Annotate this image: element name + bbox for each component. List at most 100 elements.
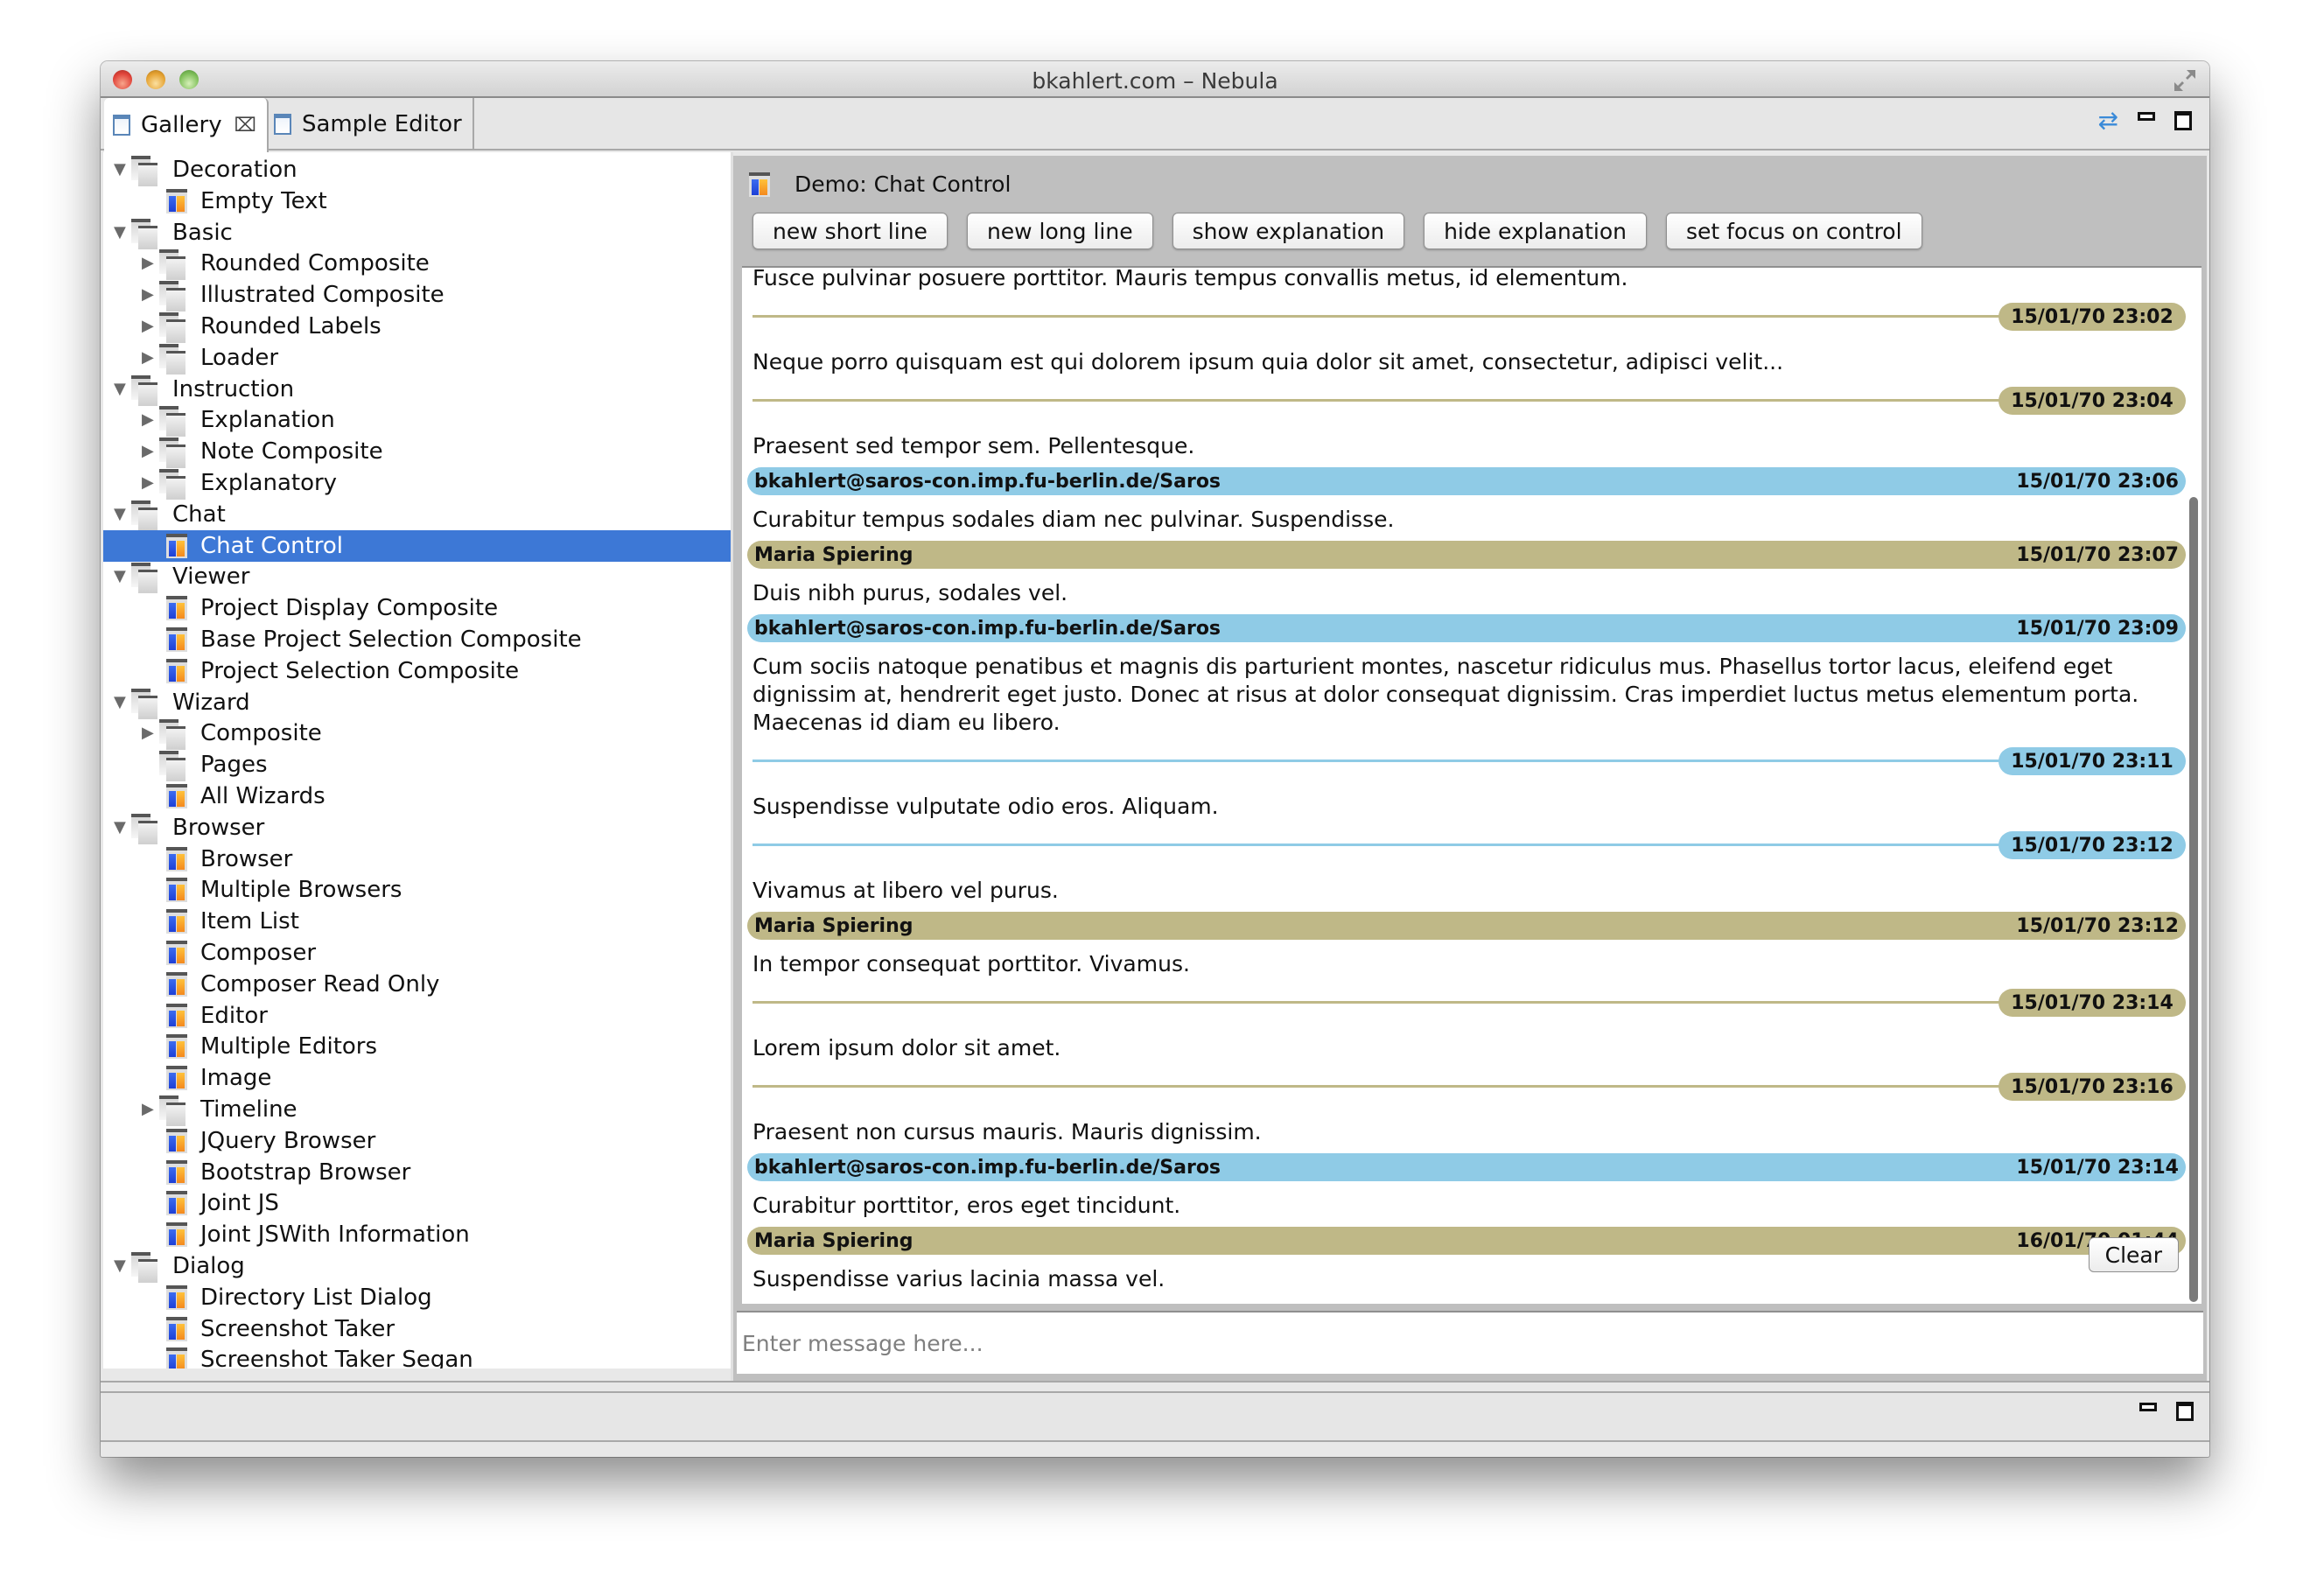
tree-item[interactable]: ▼ Dialog [103,1250,731,1283]
tree-item[interactable]: ▼ Viewer [103,561,731,594]
chat-scrollbar[interactable] [2189,497,2198,1302]
new-long-line-button[interactable]: new long line [966,213,1153,249]
tree-item[interactable]: ▶ Explanation [103,404,731,438]
tree-item[interactable]: ▼ Decoration [103,154,731,186]
minimize-icon[interactable] [2139,1403,2157,1411]
new-short-line-button[interactable]: new short line [752,213,948,249]
set-focus-button[interactable]: set focus on control [1665,213,1922,249]
sync-icon[interactable]: ⇄ [2098,108,2118,133]
tree-item[interactable]: ▶ Composite [103,718,731,751]
view-icon [113,115,130,136]
tree-item-label: Multiple Editors [200,1033,378,1060]
tree-item[interactable]: ▶ Note Composite [103,436,731,469]
tree-item[interactable]: Editor [103,1000,731,1032]
tree-item[interactable]: ▼ Wizard [103,687,731,719]
tab-gallery[interactable]: Gallery ⌧ [104,98,269,152]
separator-line [752,399,2072,402]
show-explanation-button[interactable]: show explanation [1172,213,1405,249]
hide-explanation-button[interactable]: hide explanation [1424,213,1647,249]
gallery-tree[interactable]: ▼ Decoration Empty Text ▼ Basic ▶ Rounded Comp… [103,152,731,1368]
tree-item[interactable]: ▶ Illustrated Composite [103,279,731,312]
tree-item[interactable]: Screenshot Taker Segan [103,1344,731,1368]
tree-item[interactable]: Item List [103,906,731,937]
tree-item-label: Chat Control [200,532,344,559]
tree-item[interactable]: Multiple Editors [103,1031,731,1062]
chat-sender-header: Maria Spiering 15/01/70 23:07 [747,541,2186,569]
tree-item-label: Decoration [172,157,298,183]
tab-sample-editor[interactable]: Sample Editor [265,98,474,150]
tree-item[interactable]: ▶ Timeline [103,1094,731,1126]
tab-label: Sample Editor [302,111,462,137]
tree-item[interactable]: All Wizards [103,780,731,812]
collapse-arrow-icon[interactable]: ▼ [114,1258,128,1274]
tree-item[interactable]: ▶ Explanatory [103,467,731,500]
tree-item[interactable]: Base Project Selection Composite [103,624,731,655]
tree-item[interactable]: Multiple Browsers [103,874,731,906]
tree-item[interactable]: Joint JSWith Information [103,1219,731,1250]
tree-item[interactable]: Image [103,1062,731,1094]
tree-item[interactable]: Screenshot Taker [103,1313,731,1345]
chat-message-text: Neque porro quisquam est qui dolorem ips… [752,349,1784,374]
chat-message-text: Suspendisse vulputate odio eros. Aliquam… [752,794,1219,819]
tree-item[interactable]: ▶ Rounded Labels [103,311,731,343]
expand-arrow-icon[interactable]: ▶ [142,318,156,334]
expand-arrow-icon[interactable]: ▶ [142,1102,156,1117]
tree-item[interactable]: ▼ Browser [103,812,731,844]
tree-item[interactable]: Composer [103,937,731,969]
message-timestamp: 15/01/70 23:16 [1998,1073,2186,1101]
tree-item[interactable]: Browser [103,844,731,875]
expand-arrow-icon[interactable]: ▶ [142,412,156,428]
demo-title: Demo: Chat Control [794,172,1012,197]
collapse-arrow-icon[interactable]: ▼ [114,694,128,710]
expand-arrow-icon[interactable]: ▶ [142,475,156,491]
expand-arrow-icon[interactable]: ▶ [142,287,156,303]
sender-name: Maria Spiering [754,914,914,937]
maximize-icon[interactable] [2174,111,2192,130]
minimize-icon[interactable] [2138,112,2155,121]
expand-arrow-icon[interactable]: ▶ [142,349,156,365]
tree-item[interactable]: Composer Read Only [103,969,731,1000]
view-tab-bar: Gallery ⌧ Sample Editor ⇄ [101,98,2209,152]
message-timestamp: 15/01/70 23:02 [1998,303,2186,331]
maximize-icon[interactable] [2176,1402,2194,1421]
tree-item[interactable]: ▶ Loader [103,342,731,374]
collapse-arrow-icon[interactable]: ▼ [114,569,128,584]
collapse-arrow-icon[interactable]: ▼ [114,381,128,396]
collapse-arrow-icon[interactable]: ▼ [114,506,128,522]
tree-item[interactable]: Bootstrap Browser [103,1157,731,1188]
tree-item[interactable]: ▶ Rounded Composite [103,248,731,281]
chat-log[interactable]: Fusce pulvinar posuere porttitor. Mauris… [742,266,2202,1304]
tree-item-label: Basic [172,219,233,246]
category-icon [131,1252,158,1283]
tree-item-label: Instruction [172,375,295,402]
tree-item[interactable]: ▼ Chat [103,499,731,531]
close-tab-icon[interactable]: ⌧ [234,115,256,136]
tree-item[interactable]: JQuery Browser [103,1125,731,1157]
message-input[interactable] [737,1311,2203,1374]
chat-sender-header: bkahlert@saros-con.imp.fu-berlin.de/Saro… [747,614,2186,642]
tree-item[interactable]: ▼ Basic [103,217,731,249]
tree-item[interactable]: Chat Control [103,529,731,562]
tree-item[interactable]: Empty Text [103,186,731,217]
tree-item[interactable]: Project Display Composite [103,592,731,624]
category-icon [131,688,158,719]
message-timestamp: 15/01/70 23:04 [1998,387,2186,415]
sender-name: Maria Spiering [754,1229,914,1252]
chat-continuation-separator: 15/01/70 23:11 [742,747,2186,777]
collapse-arrow-icon[interactable]: ▼ [114,224,128,240]
tree-item-label: Joint JSWith Information [200,1222,470,1249]
collapse-arrow-icon[interactable]: ▼ [114,162,128,178]
tree-item[interactable]: ▼ Instruction [103,374,731,406]
expand-arrow-icon[interactable]: ▶ [142,444,156,459]
fullscreen-icon[interactable] [2173,68,2197,93]
collapse-arrow-icon[interactable]: ▼ [114,819,128,835]
tree-item[interactable]: Directory List Dialog [103,1282,731,1313]
clear-button[interactable]: Clear [2088,1237,2179,1272]
tree-item[interactable]: Joint JS [103,1187,731,1219]
tree-item-label: Rounded Composite [200,250,430,277]
title-bar: bkahlert.com – Nebula [101,61,2209,98]
expand-arrow-icon[interactable]: ▶ [142,256,156,271]
tree-item[interactable]: Pages [103,749,731,782]
tree-item[interactable]: Project Selection Composite [103,655,731,687]
expand-arrow-icon[interactable]: ▶ [142,725,156,741]
